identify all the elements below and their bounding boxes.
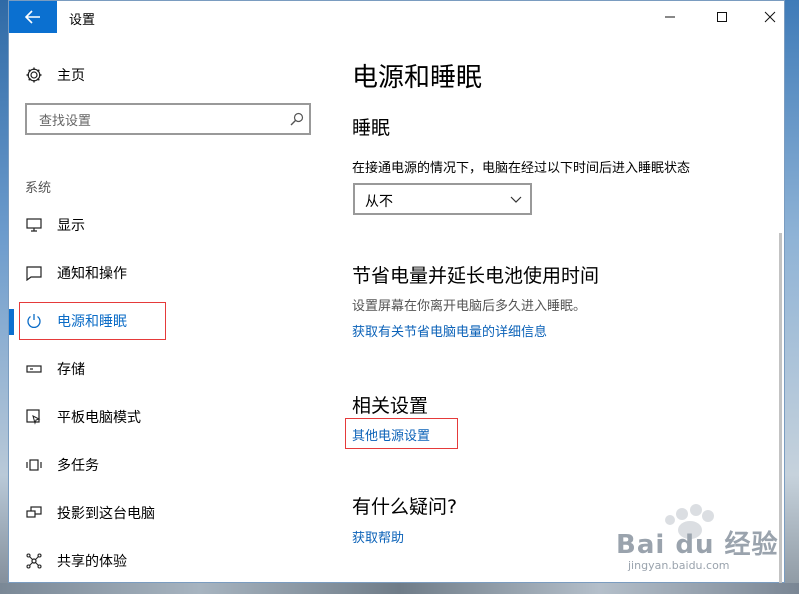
display-icon: [25, 216, 43, 234]
sidebar-item-label: 平板电脑模式: [57, 410, 141, 426]
back-arrow-icon: [25, 10, 40, 24]
desktop-background-left: [0, 0, 8, 594]
desktop-background-right: [785, 0, 799, 594]
sidebar-item-label: 多任务: [57, 458, 99, 474]
sidebar-item-project-to-pc[interactable]: 投影到这台电脑: [25, 501, 155, 525]
tablet-mode-icon: [25, 408, 43, 426]
watermark-text: Bai du 经验: [616, 530, 779, 560]
close-icon: [764, 11, 776, 23]
highlight-box-power-settings: [345, 418, 458, 449]
highlight-box-power-sleep: [19, 302, 166, 340]
sidebar-home[interactable]: 主页: [25, 63, 85, 87]
sidebar-item-display[interactable]: 显示: [25, 213, 85, 237]
save-power-description: 设置屏幕在你离开电脑后多久进入睡眠。: [352, 299, 587, 314]
save-power-info-link[interactable]: 获取有关节省电脑电量的详细信息: [352, 321, 547, 340]
page-title: 电源和睡眠: [352, 63, 483, 93]
watermark-url: jingyan.baidu.com: [628, 559, 730, 572]
multitask-icon: [25, 456, 43, 474]
sidebar-item-tablet-mode[interactable]: 平板电脑模式: [25, 405, 141, 429]
sidebar-item-label: 显示: [57, 218, 85, 234]
maximize-button[interactable]: [699, 1, 745, 33]
project-icon: [25, 504, 43, 522]
sidebar-item-multitasking[interactable]: 多任务: [25, 453, 99, 477]
storage-icon: [25, 360, 43, 378]
chevron-down-icon: [510, 196, 522, 203]
sidebar-section-system: 系统: [25, 181, 52, 196]
minimize-icon: [665, 16, 675, 18]
maximize-icon: [717, 12, 727, 22]
minimize-button[interactable]: [647, 1, 693, 33]
sleep-description: 在接通电源的情况下，电脑在经过以下时间后进入睡眠状态: [352, 161, 691, 176]
desktop-background-bottom: [0, 583, 799, 594]
back-button[interactable]: [9, 1, 57, 33]
sidebar-item-shared-experiences[interactable]: 共享的体验: [25, 549, 127, 573]
sidebar-item-label: 通知和操作: [57, 266, 127, 282]
settings-search-input[interactable]: [37, 110, 281, 132]
gear-icon: [26, 67, 42, 83]
vertical-scrollbar[interactable]: [779, 233, 782, 583]
sidebar-item-notifications[interactable]: 通知和操作: [25, 261, 127, 285]
settings-search-box[interactable]: [25, 103, 311, 135]
settings-window: 设置 主页 系统 显示: [8, 0, 785, 583]
active-item-indicator: [9, 309, 14, 335]
help-heading: 有什么疑问?: [352, 496, 458, 518]
search-icon[interactable]: [290, 112, 304, 126]
sidebar-item-label: 存储: [57, 362, 85, 378]
window-title: 设置: [69, 13, 96, 28]
sidebar-home-label: 主页: [57, 68, 85, 84]
notification-icon: [25, 264, 43, 282]
sleep-timeout-value: 从不: [365, 194, 393, 210]
title-bar: 设置: [9, 1, 784, 33]
close-button[interactable]: [747, 1, 793, 33]
sidebar-item-label: 共享的体验: [57, 554, 127, 570]
related-settings-heading: 相关设置: [352, 395, 429, 417]
save-power-heading: 节省电量并延长电池使用时间: [352, 265, 600, 287]
sidebar-item-storage[interactable]: 存储: [25, 357, 85, 381]
sleep-heading: 睡眠: [352, 117, 391, 139]
shared-experience-icon: [25, 552, 43, 570]
sleep-timeout-dropdown[interactable]: 从不: [353, 183, 532, 215]
sidebar-item-label: 投影到这台电脑: [57, 506, 155, 522]
get-help-link[interactable]: 获取帮助: [352, 527, 404, 546]
